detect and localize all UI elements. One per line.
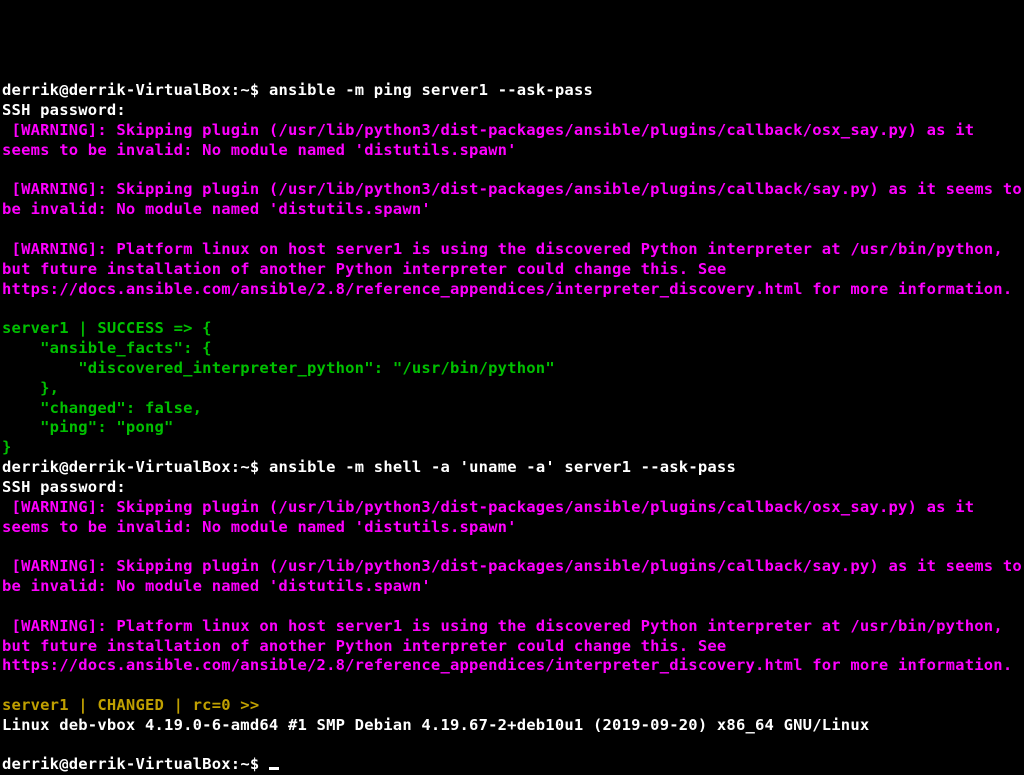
command-1: ansible -m ping server1 --ask-pass — [269, 81, 593, 99]
warning-interpreter-1: [WARNING]: Platform linux on host server… — [2, 240, 1012, 298]
warning-say-1: [WARNING]: Skipping plugin (/usr/lib/pyt… — [2, 180, 1024, 218]
ssh-password-prompt-2: SSH password: — [2, 478, 135, 496]
uname-output: Linux deb-vbox 4.19.0-6-amd64 #1 SMP Deb… — [2, 716, 869, 734]
terminal-output[interactable]: derrik@derrik-VirtualBox:~$ ansible -m p… — [2, 81, 1024, 773]
command-2: ansible -m shell -a 'uname -a' server1 -… — [269, 458, 736, 476]
prompt-line-1: derrik@derrik-VirtualBox:~$ ansible -m p… — [2, 81, 593, 99]
warning-interpreter-2: [WARNING]: Platform linux on host server… — [2, 617, 1012, 675]
prompt-line-2: derrik@derrik-VirtualBox:~$ ansible -m s… — [2, 458, 736, 476]
ssh-password-prompt: SSH password: — [2, 101, 135, 119]
ansible-success-output: server1 | SUCCESS => { "ansible_facts": … — [2, 319, 555, 456]
warning-osx-say-2: [WARNING]: Skipping plugin (/usr/lib/pyt… — [2, 498, 984, 536]
ansible-changed-header: server1 | CHANGED | rc=0 >> — [2, 696, 259, 714]
prompt-line-3: derrik@derrik-VirtualBox:~$ — [2, 755, 269, 773]
warning-say-2: [WARNING]: Skipping plugin (/usr/lib/pyt… — [2, 557, 1024, 595]
warning-osx-say-1: [WARNING]: Skipping plugin (/usr/lib/pyt… — [2, 121, 984, 159]
